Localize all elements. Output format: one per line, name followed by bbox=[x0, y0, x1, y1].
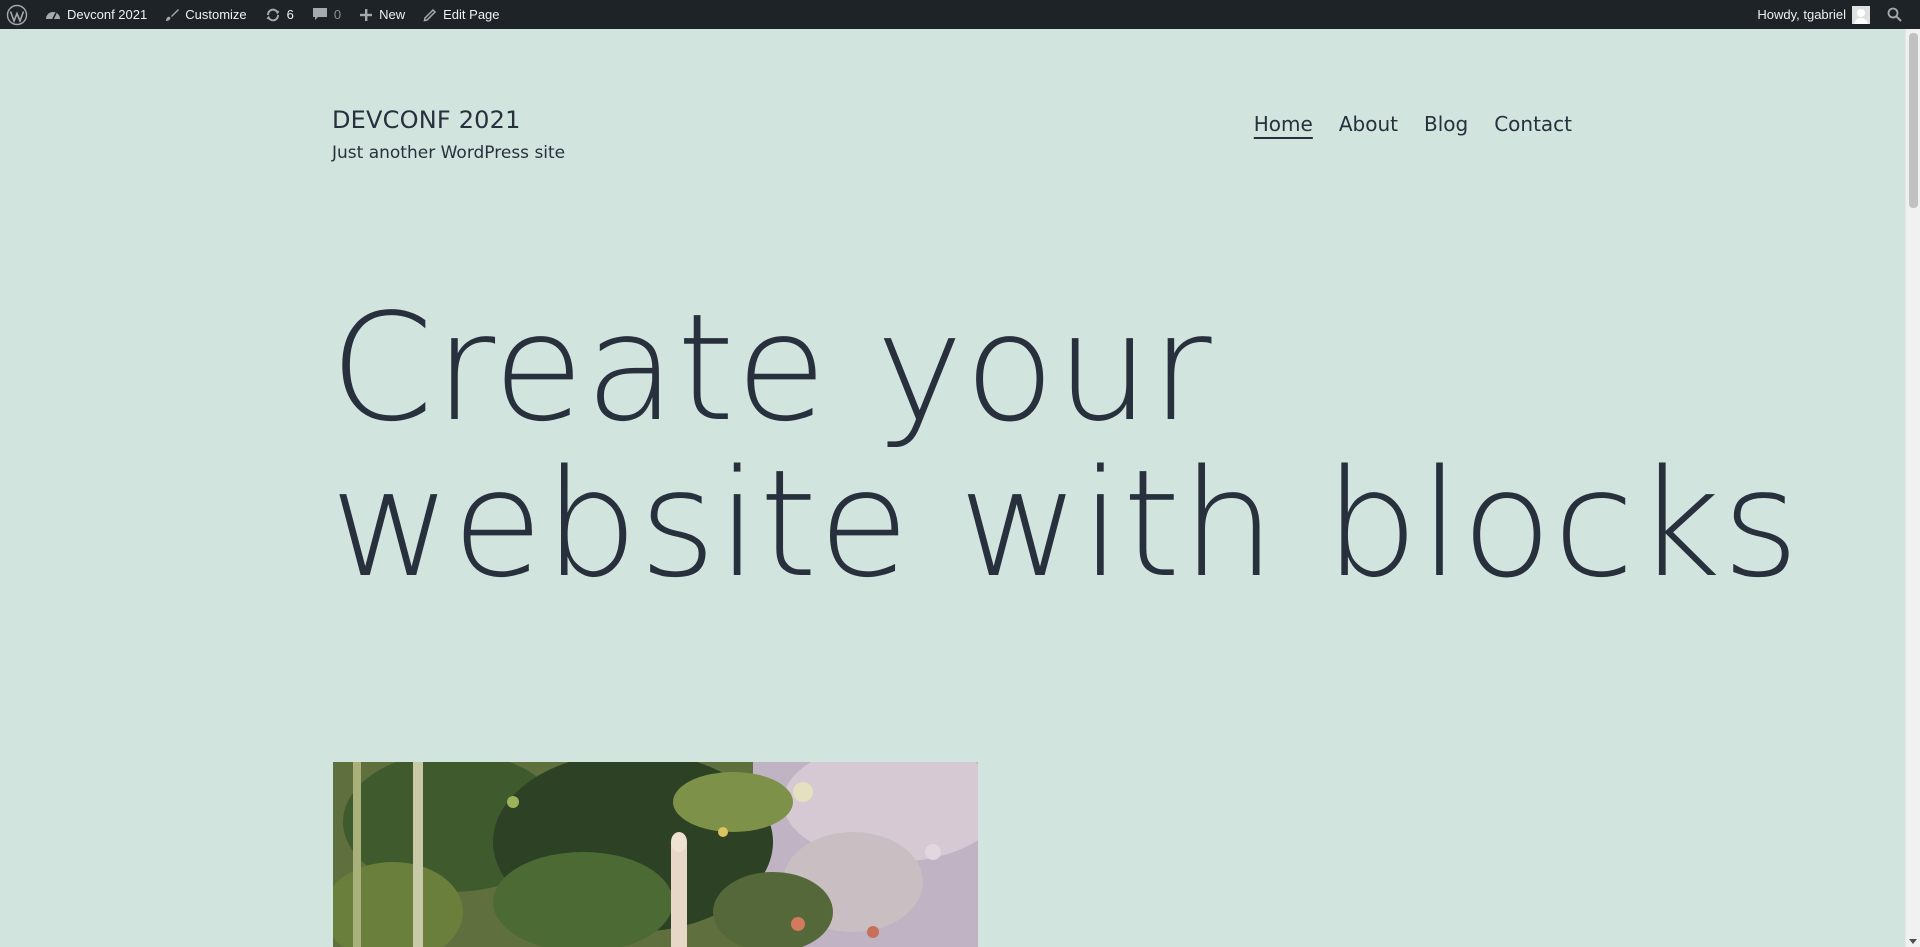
customize-link[interactable]: Customize bbox=[156, 0, 255, 29]
hero-heading: Create your website with blocks bbox=[330, 282, 1801, 610]
customize-label: Customize bbox=[185, 7, 247, 22]
admin-search-button[interactable] bbox=[1879, 0, 1906, 29]
brush-icon bbox=[165, 8, 180, 22]
edit-page-label: Edit Page bbox=[443, 7, 500, 22]
howdy-label: Howdy, tgabriel bbox=[1757, 7, 1846, 22]
comments-link[interactable]: 0 bbox=[303, 0, 350, 29]
updates-link[interactable]: 6 bbox=[256, 0, 303, 29]
hero-heading-line-2: website with blocks bbox=[330, 438, 1801, 610]
nav-item-about[interactable]: About bbox=[1339, 112, 1398, 138]
nav-item-contact[interactable]: Contact bbox=[1494, 112, 1572, 138]
pencil-icon bbox=[423, 8, 437, 22]
page-scrollbar[interactable] bbox=[1905, 29, 1920, 947]
my-account-menu[interactable]: Howdy, tgabriel bbox=[1748, 0, 1879, 29]
nav-item-home[interactable]: Home bbox=[1254, 112, 1313, 138]
comments-count: 0 bbox=[333, 7, 342, 22]
site-description: Just another WordPress site bbox=[332, 143, 566, 163]
search-icon bbox=[1887, 7, 1902, 22]
new-content-menu[interactable]: New bbox=[350, 0, 414, 29]
avatar bbox=[1852, 5, 1870, 24]
site-name-label: Devconf 2021 bbox=[67, 7, 148, 22]
comment-icon bbox=[312, 7, 328, 22]
edit-page-link[interactable]: Edit Page bbox=[414, 0, 508, 29]
admin-bar: Devconf 2021 Customize 6 0 New Edit Page… bbox=[0, 0, 1920, 29]
updates-icon bbox=[265, 7, 281, 23]
scroll-down-arrow-icon[interactable] bbox=[1909, 939, 1917, 944]
admin-bar-right: Howdy, tgabriel bbox=[1748, 0, 1920, 29]
updates-count: 6 bbox=[286, 7, 294, 22]
wordpress-menu[interactable] bbox=[0, 0, 36, 29]
new-label: New bbox=[379, 7, 406, 22]
featured-painting-image bbox=[333, 762, 978, 947]
site-name-menu[interactable]: Devconf 2021 bbox=[36, 0, 156, 29]
nav-item-blog[interactable]: Blog bbox=[1424, 112, 1468, 138]
admin-bar-left: Devconf 2021 Customize 6 0 New Edit Page bbox=[0, 0, 509, 29]
plus-icon bbox=[359, 8, 373, 22]
hero-heading-line-1: Create your bbox=[330, 282, 1213, 454]
scrollbar-thumb[interactable] bbox=[1909, 33, 1918, 208]
primary-navigation: Home About Blog Contact bbox=[1254, 112, 1572, 138]
dashboard-icon bbox=[45, 8, 61, 22]
wordpress-icon bbox=[6, 4, 28, 26]
painting-artwork bbox=[333, 762, 978, 947]
site-title[interactable]: DEVCONF 2021 bbox=[332, 106, 521, 134]
